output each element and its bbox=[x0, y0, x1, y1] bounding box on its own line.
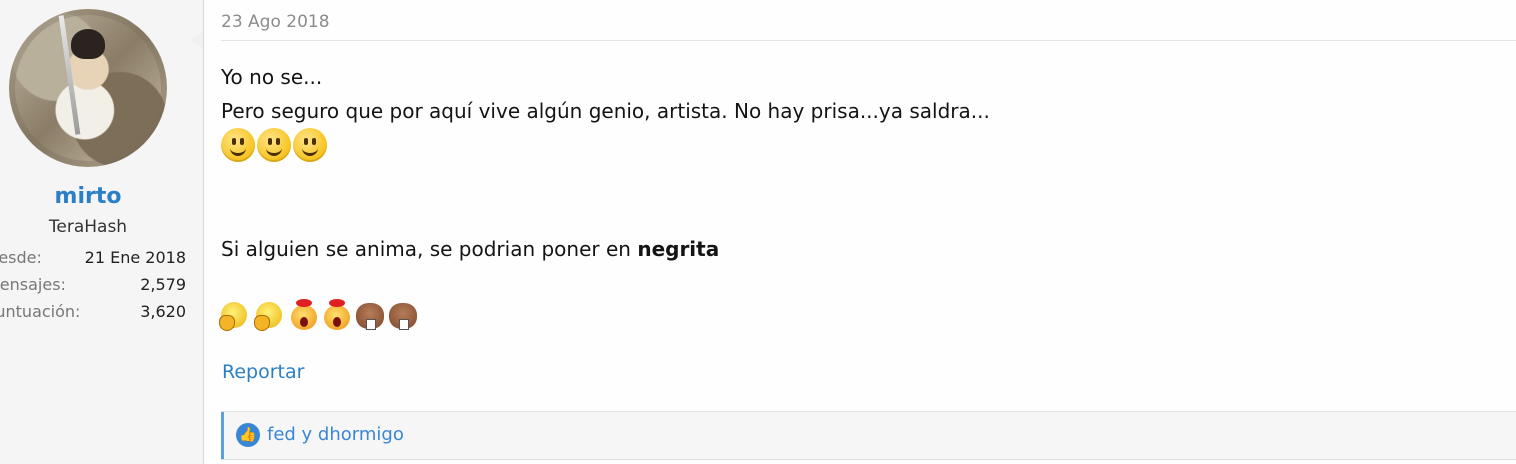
thumbs-up-icon: 👍 bbox=[236, 423, 260, 447]
thinking-icon bbox=[254, 299, 286, 331]
likes-link[interactable]: fed y dhormigo bbox=[267, 424, 404, 445]
avatar[interactable] bbox=[9, 9, 167, 167]
post-date[interactable]: 23 Ago 2018 bbox=[221, 12, 330, 32]
author-sidebar: mirto TeraHash Desde: 21 Ene 2018 Mensaj… bbox=[0, 0, 204, 464]
smiley-row bbox=[221, 128, 327, 162]
post-text-line: Si alguien se anima, se podrian poner en… bbox=[221, 237, 719, 261]
report-link[interactable]: Reportar bbox=[222, 361, 304, 383]
stat-label: Desde: bbox=[0, 248, 42, 267]
thinking-icon bbox=[219, 299, 251, 331]
post-text-line: Yo no se... bbox=[221, 65, 323, 89]
stat-value: 3,620 bbox=[140, 302, 186, 321]
stat-joined: Desde: 21 Ene 2018 bbox=[0, 248, 186, 272]
user-title: TeraHash bbox=[48, 217, 128, 237]
shocked-icon bbox=[322, 299, 352, 331]
post-text: Si alguien se anima, se podrian poner en bbox=[221, 237, 638, 261]
avatar-hair-art bbox=[71, 29, 105, 59]
beaver-icon bbox=[355, 299, 385, 331]
smile-icon bbox=[221, 128, 255, 162]
emoticon-row bbox=[219, 299, 418, 331]
stat-messages: Mensajes: 2,579 bbox=[0, 275, 186, 299]
stat-label: Puntuación: bbox=[0, 302, 81, 321]
header-divider bbox=[221, 40, 1516, 41]
smile-icon bbox=[293, 128, 327, 162]
post-text-line: Pero seguro que por aquí vive algún geni… bbox=[221, 99, 990, 123]
post-arrow bbox=[192, 30, 203, 50]
post-bold-text: negrita bbox=[637, 237, 720, 261]
beaver-icon bbox=[388, 299, 418, 331]
likes-bar: 👍 fed y dhormigo bbox=[221, 412, 1516, 459]
bottom-divider bbox=[221, 459, 1516, 460]
stat-value: 2,579 bbox=[140, 275, 186, 294]
stat-label: Mensajes: bbox=[0, 275, 66, 294]
stat-score: Puntuación: 3,620 bbox=[0, 302, 186, 326]
stat-value: 21 Ene 2018 bbox=[84, 248, 186, 267]
smile-icon bbox=[257, 128, 291, 162]
username-link[interactable]: mirto bbox=[0, 184, 176, 209]
shocked-icon bbox=[289, 299, 319, 331]
